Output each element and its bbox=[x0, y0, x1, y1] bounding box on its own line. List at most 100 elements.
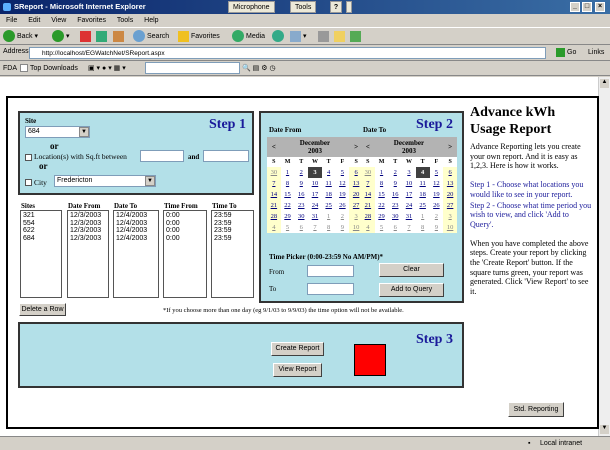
create-report-button[interactable]: Create Report bbox=[271, 342, 324, 356]
list-item[interactable]: 23:59 bbox=[214, 235, 251, 243]
calendar-day[interactable]: 4 bbox=[267, 222, 281, 233]
calendar-day[interactable]: 9 bbox=[430, 222, 444, 233]
calendar-day[interactable]: 5 bbox=[375, 222, 389, 233]
list-item[interactable]: 23:59 bbox=[214, 227, 251, 235]
calendar-day[interactable]: 12 bbox=[336, 178, 350, 189]
top-downloads-button[interactable]: Top Downloads bbox=[20, 63, 78, 74]
calendar-day[interactable]: 17 bbox=[308, 189, 322, 200]
list-item[interactable]: 23:59 bbox=[214, 220, 251, 228]
time-to-input[interactable] bbox=[307, 283, 354, 295]
fda-search-icons[interactable]: 🔍 ▤ ⚙ ◷ bbox=[242, 63, 276, 74]
calendar-day[interactable]: 23 bbox=[388, 200, 402, 211]
calendar-day[interactable]: 14 bbox=[267, 189, 281, 200]
calendar-day[interactable]: 25 bbox=[416, 200, 430, 211]
calendar-day[interactable]: 17 bbox=[402, 189, 416, 200]
calendar-day[interactable]: 16 bbox=[388, 189, 402, 200]
calendar-day[interactable]: 9 bbox=[294, 178, 308, 189]
menu-help[interactable]: Help bbox=[144, 17, 158, 24]
mail-button[interactable]: ▾ bbox=[290, 30, 307, 44]
calendar-day[interactable]: 15 bbox=[281, 189, 295, 200]
calendar-day[interactable]: 1 bbox=[375, 167, 389, 178]
folder-button[interactable] bbox=[334, 30, 347, 44]
list-item[interactable]: 321 bbox=[23, 212, 59, 220]
view-report-button[interactable]: View Report bbox=[273, 363, 322, 377]
calendar-day[interactable]: 12 bbox=[430, 178, 444, 189]
city-checkbox[interactable] bbox=[25, 179, 32, 186]
tools-button[interactable]: Tools bbox=[290, 1, 317, 13]
menu-edit[interactable]: Edit bbox=[28, 17, 40, 24]
messenger-button[interactable] bbox=[350, 30, 363, 44]
calendar-day[interactable]: 30 bbox=[388, 211, 402, 222]
scroll-up-icon[interactable]: ▲ bbox=[600, 79, 609, 88]
list-item[interactable]: 23:59 bbox=[214, 212, 251, 220]
calendar-day[interactable]: 2 bbox=[430, 211, 444, 222]
sqft-max-input[interactable] bbox=[203, 150, 249, 162]
calendar-day[interactable]: 14 bbox=[361, 189, 375, 200]
std-reporting-button[interactable]: Std. Reporting bbox=[508, 402, 564, 417]
calendar-day[interactable]: 16 bbox=[294, 189, 308, 200]
scroll-down-icon[interactable]: ▼ bbox=[600, 425, 609, 434]
time-from-input[interactable] bbox=[307, 265, 354, 277]
calendar-day[interactable]: 13 bbox=[443, 178, 457, 189]
vertical-scrollbar[interactable]: ▲ ▼ bbox=[598, 77, 610, 436]
menu-file[interactable]: File bbox=[6, 17, 17, 24]
calendar-day[interactable]: 5 bbox=[336, 167, 350, 178]
calendar-day[interactable]: 24 bbox=[402, 200, 416, 211]
calendar-day[interactable]: 2 bbox=[336, 211, 350, 222]
clear-button[interactable]: Clear bbox=[379, 263, 444, 277]
sites-listbox[interactable]: 321 554 622 684 bbox=[20, 210, 62, 298]
time-to-listbox[interactable]: 23:59 23:59 23:59 23:59 bbox=[211, 210, 254, 298]
calendar-day[interactable]: 5 bbox=[281, 222, 295, 233]
calendar-day[interactable]: 5 bbox=[430, 167, 444, 178]
time-from-listbox[interactable]: 0:00 0:00 0:00 0:00 bbox=[163, 210, 207, 298]
list-item[interactable]: 12/4/2003 bbox=[116, 212, 156, 220]
calendar-day[interactable]: 28 bbox=[267, 211, 281, 222]
list-item[interactable]: 684 bbox=[23, 235, 59, 243]
fda-search-input[interactable] bbox=[145, 62, 240, 74]
calendar-day[interactable]: 15 bbox=[375, 189, 389, 200]
search-button[interactable]: Search bbox=[133, 30, 169, 44]
calendar-day[interactable]: 8 bbox=[281, 178, 295, 189]
calendar-day[interactable]: 11 bbox=[416, 178, 430, 189]
calendar-day[interactable]: 26 bbox=[336, 200, 350, 211]
calendar-day[interactable]: 31 bbox=[308, 211, 322, 222]
calendar-day[interactable]: 10 bbox=[443, 222, 457, 233]
list-item[interactable]: 12/4/2003 bbox=[116, 220, 156, 228]
media-button[interactable]: Media bbox=[232, 30, 265, 44]
prev-month-link[interactable]: < bbox=[361, 137, 375, 157]
calendar-day[interactable]: 4 bbox=[361, 222, 375, 233]
calendar-day[interactable]: 2 bbox=[294, 167, 308, 178]
calendar-day[interactable]: 10 bbox=[402, 178, 416, 189]
calendar-day[interactable]: 18 bbox=[322, 189, 336, 200]
calendar-day[interactable]: 9 bbox=[336, 222, 350, 233]
calendar-day[interactable]: 24 bbox=[308, 200, 322, 211]
calendar-day[interactable]: 29 bbox=[281, 211, 295, 222]
calendar-day[interactable]: 7 bbox=[308, 222, 322, 233]
list-item[interactable]: 12/4/2003 bbox=[116, 227, 156, 235]
calendar-day[interactable]: 1 bbox=[322, 211, 336, 222]
back-button[interactable]: Back ▾ bbox=[3, 30, 38, 44]
calendar-day[interactable]: 3 bbox=[402, 167, 416, 178]
calendar-day[interactable]: 1 bbox=[281, 167, 295, 178]
calendar-day[interactable]: 28 bbox=[361, 211, 375, 222]
calendar-day[interactable]: 6 bbox=[443, 167, 457, 178]
list-item[interactable]: 0:00 bbox=[166, 212, 204, 220]
prev-month-link[interactable]: < bbox=[267, 137, 281, 157]
calendar-day[interactable]: 30 bbox=[267, 167, 281, 178]
menu-tools[interactable]: Tools bbox=[117, 17, 133, 24]
calendar-day[interactable]: 8 bbox=[416, 222, 430, 233]
list-item[interactable]: 0:00 bbox=[166, 220, 204, 228]
calendar-day[interactable]: 26 bbox=[430, 200, 444, 211]
calendar-day[interactable]: 22 bbox=[375, 200, 389, 211]
list-item[interactable]: 12/3/2003 bbox=[70, 220, 106, 228]
calendar-day[interactable]: 21 bbox=[267, 200, 281, 211]
calendar-day[interactable]: 8 bbox=[375, 178, 389, 189]
calendar-day[interactable]: 19 bbox=[430, 189, 444, 200]
delete-row-button[interactable]: Delete a Row bbox=[19, 303, 66, 316]
calendar-day[interactable]: 11 bbox=[322, 178, 336, 189]
favorites-button[interactable]: Favorites bbox=[178, 30, 220, 44]
refresh-button[interactable] bbox=[96, 30, 109, 44]
links-button[interactable]: Links bbox=[588, 47, 604, 59]
help-button[interactable]: ? bbox=[330, 1, 342, 13]
date-to-listbox[interactable]: 12/4/2003 12/4/2003 12/4/2003 12/4/2003 bbox=[113, 210, 159, 298]
